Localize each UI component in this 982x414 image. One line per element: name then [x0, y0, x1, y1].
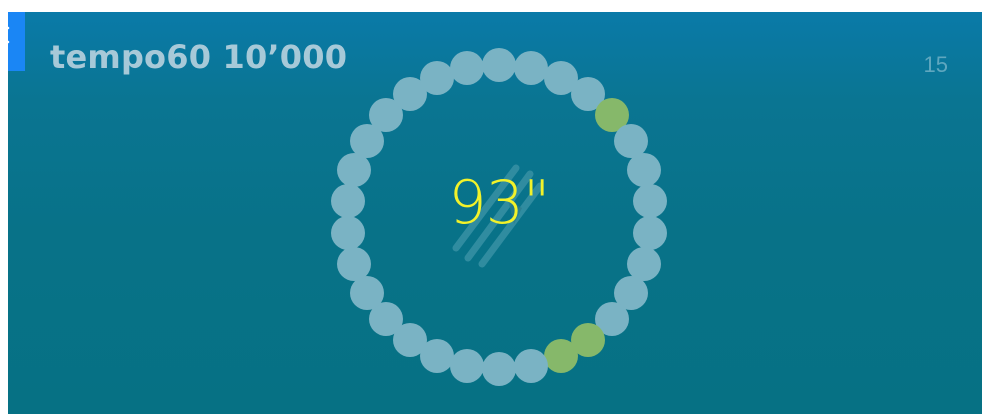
- progress-dot: [633, 184, 668, 219]
- progress-dot: [626, 153, 661, 187]
- app-frame: tempo60 10’000 15 93": [0, 0, 982, 414]
- progress-dot: [482, 48, 516, 82]
- progress-dot: [420, 61, 455, 96]
- progress-dot: [337, 153, 372, 187]
- progress-dot: [482, 352, 516, 386]
- progress-dot: [330, 215, 365, 250]
- progress-dot: [513, 51, 548, 86]
- progress-dot: [330, 184, 365, 219]
- progress-dot: [450, 51, 485, 86]
- progress-dot-completed: [543, 338, 578, 373]
- progress-dot: [450, 348, 485, 383]
- countdown-timer: 93": [448, 168, 551, 238]
- progress-dot: [633, 215, 668, 250]
- progress-dot: [513, 348, 548, 383]
